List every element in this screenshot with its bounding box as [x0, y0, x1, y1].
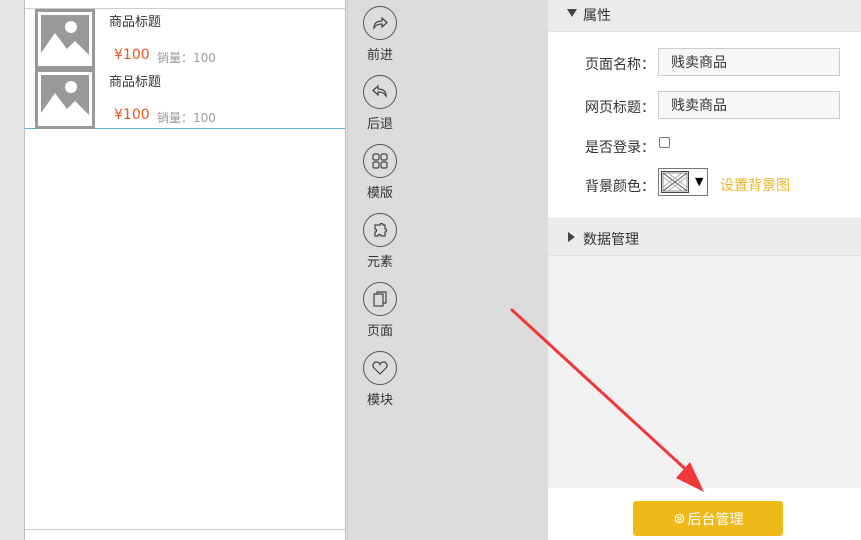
heart-icon	[363, 351, 397, 385]
bg-color-row: 背景颜色： ▼ 设置背景图	[548, 168, 861, 198]
list-item[interactable]: 商品标题 ¥100 销量：100	[25, 9, 345, 69]
page-label: 页面	[366, 324, 393, 339]
back-button[interactable]: 后退	[362, 75, 398, 132]
login-row: 是否登录：	[548, 131, 861, 159]
properties-form: 页面名称： 网页标题： 是否登录： 背景颜色： ▼ 设置背景图	[548, 32, 861, 217]
page-name-label: 页面名称：	[585, 57, 655, 73]
image-placeholder-icon	[35, 9, 95, 69]
list-item[interactable]: 商品标题 ¥100 销量：100	[25, 69, 345, 129]
product-list[interactable]: 商品标题 ¥100 销量：100 商品标题 ¥100 销量：100	[25, 9, 345, 129]
product-price: ¥100	[114, 107, 150, 123]
product-sales: 销量：100	[157, 51, 216, 65]
panel-footer: 后台管理	[548, 488, 861, 540]
template-icon	[363, 144, 397, 178]
page-icon	[363, 282, 397, 316]
page-title-label: 网页标题：	[585, 100, 655, 116]
module-button[interactable]: 模块	[362, 351, 398, 408]
element-label: 元素	[366, 255, 393, 270]
template-button[interactable]: 模版	[362, 144, 398, 201]
page-button[interactable]: 页面	[362, 282, 398, 339]
properties-title: 属性	[583, 8, 611, 24]
page-title-input[interactable]	[658, 91, 840, 119]
transparent-swatch-icon	[661, 171, 689, 193]
properties-header[interactable]: 属性	[548, 0, 861, 32]
product-price: ¥100	[114, 47, 150, 63]
properties-panel: 属性 页面名称： 网页标题： 是否登录： 背景颜色： ▼ 设置背景图 数据	[548, 0, 861, 540]
forward-label: 前进	[366, 48, 393, 63]
login-checkbox[interactable]	[659, 137, 670, 148]
page-title-row: 网页标题：	[548, 91, 861, 119]
phone-preview: 商品标题 ¥100 销量：100 商品标题 ¥100 销量：100	[24, 0, 346, 540]
gear-icon	[674, 513, 684, 524]
back-label: 后退	[366, 117, 393, 132]
module-label: 模块	[366, 393, 393, 408]
data-management-title: 数据管理	[583, 232, 639, 248]
page-name-row: 页面名称：	[548, 48, 861, 76]
caret-down-icon	[567, 9, 577, 17]
back-icon	[363, 75, 397, 109]
template-label: 模版	[366, 186, 393, 201]
login-label: 是否登录：	[585, 140, 655, 156]
bg-color-label: 背景颜色：	[585, 179, 655, 195]
admin-button-label: 后台管理	[687, 511, 744, 528]
product-title: 商品标题	[109, 75, 162, 90]
element-button[interactable]: 元素	[362, 213, 398, 270]
page-name-input[interactable]	[658, 48, 840, 76]
dropdown-arrow-icon: ▼	[695, 175, 704, 188]
divider	[25, 529, 345, 530]
admin-button[interactable]: 后台管理	[633, 501, 783, 536]
product-title: 商品标题	[109, 15, 162, 30]
set-background-image-link[interactable]: 设置背景图	[720, 175, 790, 195]
product-sales: 销量：100	[157, 111, 216, 125]
element-icon	[363, 213, 397, 247]
color-picker[interactable]: ▼	[658, 168, 708, 196]
editor-toolbar: 前进 后退 模版 元素 页面 模块	[347, 0, 548, 540]
forward-button[interactable]: 前进	[362, 6, 398, 63]
caret-right-icon	[568, 232, 575, 242]
image-placeholder-icon	[35, 69, 95, 129]
data-management-header[interactable]: 数据管理	[548, 218, 861, 256]
forward-icon	[363, 6, 397, 40]
